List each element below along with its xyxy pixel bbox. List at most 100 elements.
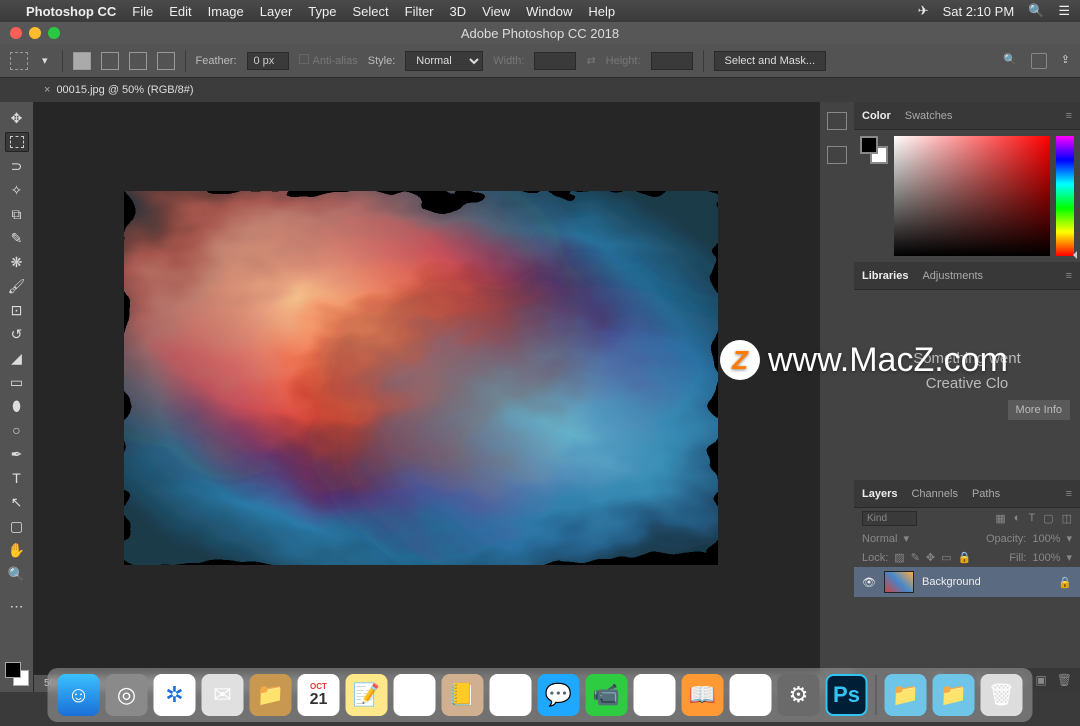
menu-image[interactable]: Image — [208, 4, 244, 19]
style-select[interactable]: Normal — [405, 51, 483, 71]
lock-paint-icon[interactable]: ✎ — [911, 551, 920, 564]
pen-tool[interactable]: ✒ — [5, 444, 29, 464]
hue-slider[interactable] — [1056, 136, 1074, 256]
app-name-menu[interactable]: Photoshop CC — [26, 4, 116, 19]
tab-libraries[interactable]: Libraries — [862, 270, 908, 282]
menu-help[interactable]: Help — [588, 4, 615, 19]
filter-smart-icon[interactable]: ◫ — [1062, 512, 1072, 525]
dock-calendar[interactable]: OCT21 — [298, 674, 340, 716]
dock-notes[interactable]: 📝 — [346, 674, 388, 716]
color-swatches[interactable] — [5, 662, 29, 686]
dock-trash[interactable]: 🗑 — [981, 674, 1023, 716]
move-tool[interactable]: ✥ — [5, 108, 29, 128]
dock-safari[interactable]: ✲ — [154, 674, 196, 716]
marquee-tool[interactable] — [5, 132, 29, 152]
menu-view[interactable]: View — [482, 4, 510, 19]
tab-channels[interactable]: Channels — [911, 488, 957, 500]
dock-downloads[interactable]: 📁 — [885, 674, 927, 716]
dock-ibooks[interactable]: 📖 — [682, 674, 724, 716]
dock-facetime[interactable]: 📹 — [586, 674, 628, 716]
dock-contacts[interactable]: 📒 — [442, 674, 484, 716]
tool-preset-icon[interactable] — [10, 52, 28, 70]
delete-layer-icon[interactable]: 🗑 — [1057, 673, 1072, 687]
lock-artboard-icon[interactable]: ▭ — [941, 551, 951, 564]
collapsed-panel-icon[interactable] — [827, 112, 847, 130]
menu-3d[interactable]: 3D — [450, 4, 467, 19]
layer-row[interactable]: 👁 Background 🔒 — [854, 567, 1080, 597]
filter-pixel-icon[interactable]: ▦ — [995, 512, 1005, 525]
minimize-window-button[interactable] — [29, 27, 41, 39]
new-layer-icon[interactable]: ▣ — [1035, 673, 1046, 687]
foreground-color[interactable] — [5, 662, 21, 678]
eraser-tool[interactable]: ◢ — [5, 348, 29, 368]
menu-filter[interactable]: Filter — [405, 4, 434, 19]
feather-input[interactable] — [247, 52, 289, 70]
blur-tool[interactable]: ⬮ — [5, 396, 29, 416]
eyedropper-tool[interactable]: ✎ — [5, 228, 29, 248]
filter-adjust-icon[interactable]: ◐ — [1014, 512, 1021, 525]
select-and-mask-button[interactable]: Select and Mask... — [714, 51, 827, 71]
selection-intersect-icon[interactable] — [157, 52, 175, 70]
dock-messages[interactable]: 💬 — [538, 674, 580, 716]
filter-shape-icon[interactable]: ▢ — [1043, 512, 1053, 525]
menu-type[interactable]: Type — [308, 4, 336, 19]
selection-subtract-icon[interactable] — [129, 52, 147, 70]
shape-tool[interactable]: ▢ — [5, 516, 29, 536]
menu-window[interactable]: Window — [526, 4, 572, 19]
tab-color[interactable]: Color — [862, 110, 891, 122]
type-tool[interactable]: T — [5, 468, 29, 488]
workspace-icon[interactable] — [1031, 53, 1047, 69]
tab-layers[interactable]: Layers — [862, 488, 897, 500]
zoom-tool[interactable]: 🔍 — [5, 564, 29, 584]
menu-file[interactable]: File — [132, 4, 153, 19]
collapsed-panel-icon[interactable] — [827, 146, 847, 164]
notification-center-icon[interactable]: ☰ — [1058, 3, 1070, 19]
menubar-clock[interactable]: Sat 2:10 PM — [943, 4, 1015, 19]
selection-new-icon[interactable] — [73, 52, 91, 70]
more-info-button[interactable]: More Info — [1008, 400, 1070, 420]
status-icon[interactable]: ✈ — [918, 3, 929, 19]
canvas-area[interactable]: 50% Doc: 11.7M/11.7M▸ — [34, 102, 820, 692]
lock-position-icon[interactable]: ✥ — [926, 551, 935, 564]
dock-launchpad[interactable]: ◎ — [106, 674, 148, 716]
dock-reminders[interactable]: ☰ — [394, 674, 436, 716]
visibility-toggle-icon[interactable]: 👁 — [862, 576, 876, 589]
menu-select[interactable]: Select — [352, 4, 388, 19]
magic-wand-tool[interactable]: ✧ — [5, 180, 29, 200]
document-tab[interactable]: 00015.jpg @ 50% (RGB/8#) — [56, 84, 193, 96]
tab-adjustments[interactable]: Adjustments — [922, 270, 983, 282]
tool-preset-dropdown[interactable]: ▾ — [38, 54, 52, 67]
hand-tool[interactable]: ✋ — [5, 540, 29, 560]
search-icon[interactable]: 🔍 — [1003, 53, 1017, 69]
panel-menu-icon[interactable]: ≡ — [1066, 110, 1072, 122]
spotlight-icon[interactable]: 🔍 — [1028, 3, 1044, 19]
tab-paths[interactable]: Paths — [972, 488, 1000, 500]
dock-appstore[interactable]: Ⓐ — [730, 674, 772, 716]
fill-value[interactable]: 100% — [1032, 552, 1060, 564]
dock-finder[interactable]: ☺ — [58, 674, 100, 716]
dock-contacts-folder[interactable]: 📁 — [250, 674, 292, 716]
brush-tool[interactable]: 🖌 — [5, 276, 29, 296]
gradient-tool[interactable]: ▭ — [5, 372, 29, 392]
path-selection-tool[interactable]: ↖ — [5, 492, 29, 512]
layer-name[interactable]: Background — [922, 576, 981, 588]
menu-layer[interactable]: Layer — [260, 4, 293, 19]
dodge-tool[interactable]: ○ — [5, 420, 29, 440]
layer-kind-filter[interactable] — [862, 511, 917, 526]
filter-type-icon[interactable]: T — [1028, 512, 1035, 525]
opacity-value[interactable]: 100% — [1032, 533, 1060, 545]
edit-toolbar[interactable]: ⋯ — [5, 596, 29, 616]
clone-stamp-tool[interactable]: ⊡ — [5, 300, 29, 320]
panel-menu-icon[interactable]: ≡ — [1066, 488, 1072, 500]
color-picker-square[interactable] — [894, 136, 1050, 256]
panel-fgbg-swatch[interactable] — [860, 136, 888, 256]
dock-mail[interactable]: ✉ — [202, 674, 244, 716]
healing-brush-tool[interactable]: ❋ — [5, 252, 29, 272]
blend-mode-select[interactable]: Normal — [862, 533, 897, 545]
share-icon[interactable]: ⇪ — [1061, 53, 1070, 69]
dock-photos[interactable]: ✿ — [490, 674, 532, 716]
tab-swatches[interactable]: Swatches — [905, 110, 953, 122]
lasso-tool[interactable]: ⊃ — [5, 156, 29, 176]
close-tab-button[interactable]: × — [44, 84, 50, 96]
menu-edit[interactable]: Edit — [169, 4, 191, 19]
